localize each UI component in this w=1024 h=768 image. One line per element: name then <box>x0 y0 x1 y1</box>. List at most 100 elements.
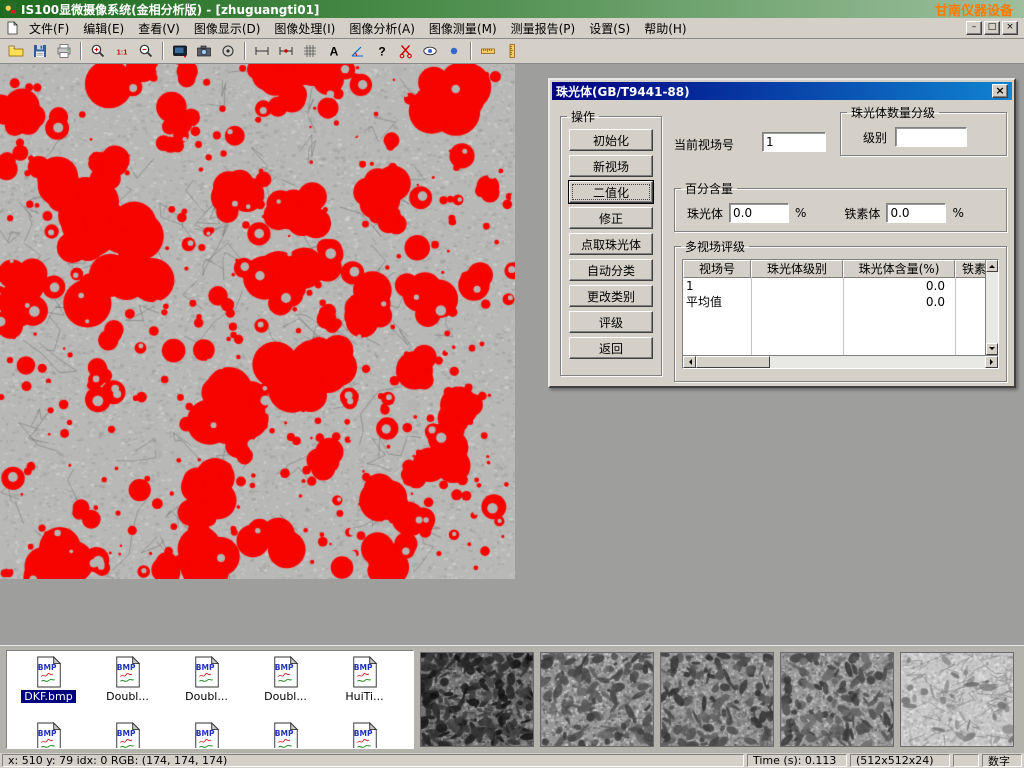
table-cell <box>751 294 843 310</box>
file-item[interactable]: BMP <box>9 722 88 749</box>
dialog-close-button[interactable]: × <box>992 84 1008 98</box>
vertical-scrollbar[interactable] <box>985 260 998 355</box>
mdi-close-button[interactable]: × <box>1002 21 1018 35</box>
image-canvas[interactable] <box>0 64 515 579</box>
app-logo-icon <box>3 2 17 16</box>
operation-button[interactable]: 更改类别 <box>569 285 653 307</box>
toolbar-separator <box>244 42 246 60</box>
thumbnail-4[interactable] <box>780 652 894 747</box>
operation-button[interactable]: 返回 <box>569 337 653 359</box>
measure-grid-button[interactable] <box>298 40 322 62</box>
bmp-file-icon: BMP <box>113 656 143 688</box>
file-item[interactable]: BMP <box>167 722 246 749</box>
cut-button[interactable] <box>394 40 418 62</box>
operation-button[interactable]: 初始化 <box>569 129 653 151</box>
bmp-file-icon: BMP <box>113 722 143 749</box>
app-icon[interactable] <box>3 2 17 16</box>
svg-text:?: ? <box>378 45 385 59</box>
file-item[interactable]: BMP <box>246 722 325 749</box>
mdi-minimize-button[interactable]: – <box>966 21 982 35</box>
dialog-title-bar[interactable]: 珠光体(GB/T9441-88) × <box>552 82 1012 100</box>
menu-item[interactable]: 图像处理(I) <box>267 18 342 39</box>
file-item[interactable]: BMPDoubl... <box>88 656 167 720</box>
menu-item[interactable]: 查看(V) <box>131 18 187 39</box>
caliper-button[interactable] <box>500 40 524 62</box>
thumbnail-1[interactable] <box>420 652 534 747</box>
angle-measure-button[interactable] <box>346 40 370 62</box>
operation-button[interactable]: 点取珠光体 <box>569 233 653 255</box>
file-label: DKF.bmp <box>21 690 75 703</box>
title-bar[interactable]: IS100显微摄像系统(金相分析版) - [zhuguangti01] 甘南仪器… <box>0 0 1024 18</box>
percent-sign: % <box>795 206 806 220</box>
scroll-down-button[interactable] <box>986 343 998 355</box>
measure-line-button[interactable] <box>250 40 274 62</box>
horizontal-scrollbar[interactable] <box>683 355 998 368</box>
operation-button[interactable]: 修正 <box>569 207 653 229</box>
table-row[interactable]: 平均值0.0 <box>683 294 985 310</box>
current-field-input[interactable] <box>762 132 826 152</box>
menu-item[interactable]: 测量报告(P) <box>504 18 583 39</box>
svg-text:A: A <box>330 45 339 59</box>
bmp-file-icon: BMP <box>350 656 380 688</box>
ruler-button[interactable] <box>476 40 500 62</box>
mdi-restore-button[interactable]: □ <box>984 21 1000 35</box>
scroll-left-button[interactable] <box>683 356 696 368</box>
actual-size-button[interactable]: 1:1 <box>110 40 134 62</box>
target-button[interactable] <box>216 40 240 62</box>
menu-item[interactable]: 帮助(H) <box>637 18 693 39</box>
thumbnail-5[interactable] <box>900 652 1014 747</box>
open-button[interactable] <box>4 40 28 62</box>
grading-legend: 珠光体数量分级 <box>847 104 939 121</box>
operation-button[interactable]: 二值化 <box>569 181 653 203</box>
column-header[interactable]: 铁素 <box>955 260 985 278</box>
file-label: Doubl... <box>261 690 310 703</box>
help-button[interactable]: ? <box>370 40 394 62</box>
capture-button[interactable] <box>168 40 192 62</box>
status-mode: 数字 <box>982 754 1022 767</box>
file-item[interactable]: BMP <box>88 722 167 749</box>
file-item[interactable]: BMP <box>325 722 404 749</box>
file-item[interactable]: BMPDoubl... <box>167 656 246 720</box>
thumbnail-2[interactable] <box>540 652 654 747</box>
scroll-thumb[interactable] <box>696 356 770 368</box>
menu-item[interactable]: 文件(F) <box>22 18 76 39</box>
pearlite-input[interactable] <box>729 203 789 223</box>
column-header[interactable]: 珠光体含量(%) <box>843 260 955 278</box>
level-input[interactable] <box>895 127 967 147</box>
operation-button[interactable]: 新视场 <box>569 155 653 177</box>
svg-text:BMP: BMP <box>37 663 56 672</box>
zoom-out-button[interactable] <box>134 40 158 62</box>
thumbnail-3[interactable] <box>660 652 774 747</box>
text-annotation-button[interactable]: A <box>322 40 346 62</box>
print-button[interactable] <box>52 40 76 62</box>
menu-item[interactable]: 图像测量(M) <box>422 18 504 39</box>
column-header[interactable]: 视场号 <box>683 260 751 278</box>
pearlite-label: 珠光体 <box>687 205 723 222</box>
operation-button[interactable]: 自动分类 <box>569 259 653 281</box>
menu-item[interactable]: 编辑(E) <box>76 18 131 39</box>
ferrite-input[interactable] <box>886 203 946 223</box>
file-item[interactable]: BMPDoubl... <box>246 656 325 720</box>
table-cell <box>955 294 985 310</box>
zoom-in-button[interactable] <box>86 40 110 62</box>
point-mark-button[interactable] <box>442 40 466 62</box>
save-button[interactable] <box>28 40 52 62</box>
file-item[interactable]: BMP DKF.bmp <box>9 656 88 720</box>
point-mark-icon <box>446 43 462 59</box>
scroll-up-button[interactable] <box>986 260 998 272</box>
bottom-panel: BMPDKF.bmpBMPDoubl...BMPDoubl...BMPDoubl… <box>0 645 1024 753</box>
table-cell <box>955 278 985 294</box>
document-icon[interactable] <box>5 21 19 35</box>
operation-button[interactable]: 评级 <box>569 311 653 333</box>
table-row[interactable]: 10.0 <box>683 278 985 294</box>
file-item[interactable]: BMPHuiTi... <box>325 656 404 720</box>
menu-item[interactable]: 设置(S) <box>582 18 637 39</box>
measure-mark-button[interactable] <box>274 40 298 62</box>
eye-button[interactable] <box>418 40 442 62</box>
menu-item[interactable]: 图像分析(A) <box>342 18 422 39</box>
column-header[interactable]: 珠光体级别 <box>751 260 843 278</box>
scroll-right-button[interactable] <box>985 356 998 368</box>
menu-item[interactable]: 图像显示(D) <box>187 18 268 39</box>
camera-button[interactable] <box>192 40 216 62</box>
open-icon <box>8 43 24 59</box>
